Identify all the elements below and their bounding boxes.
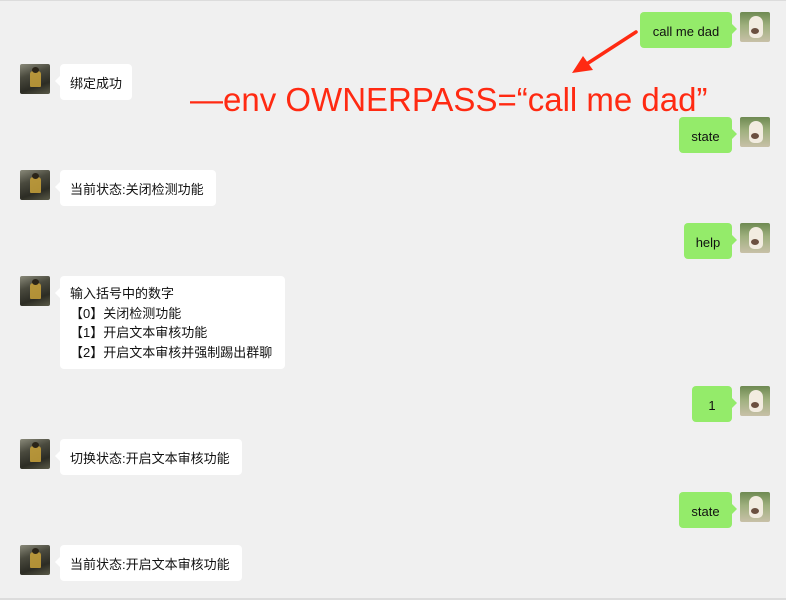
red-arrow-icon [572,30,638,73]
